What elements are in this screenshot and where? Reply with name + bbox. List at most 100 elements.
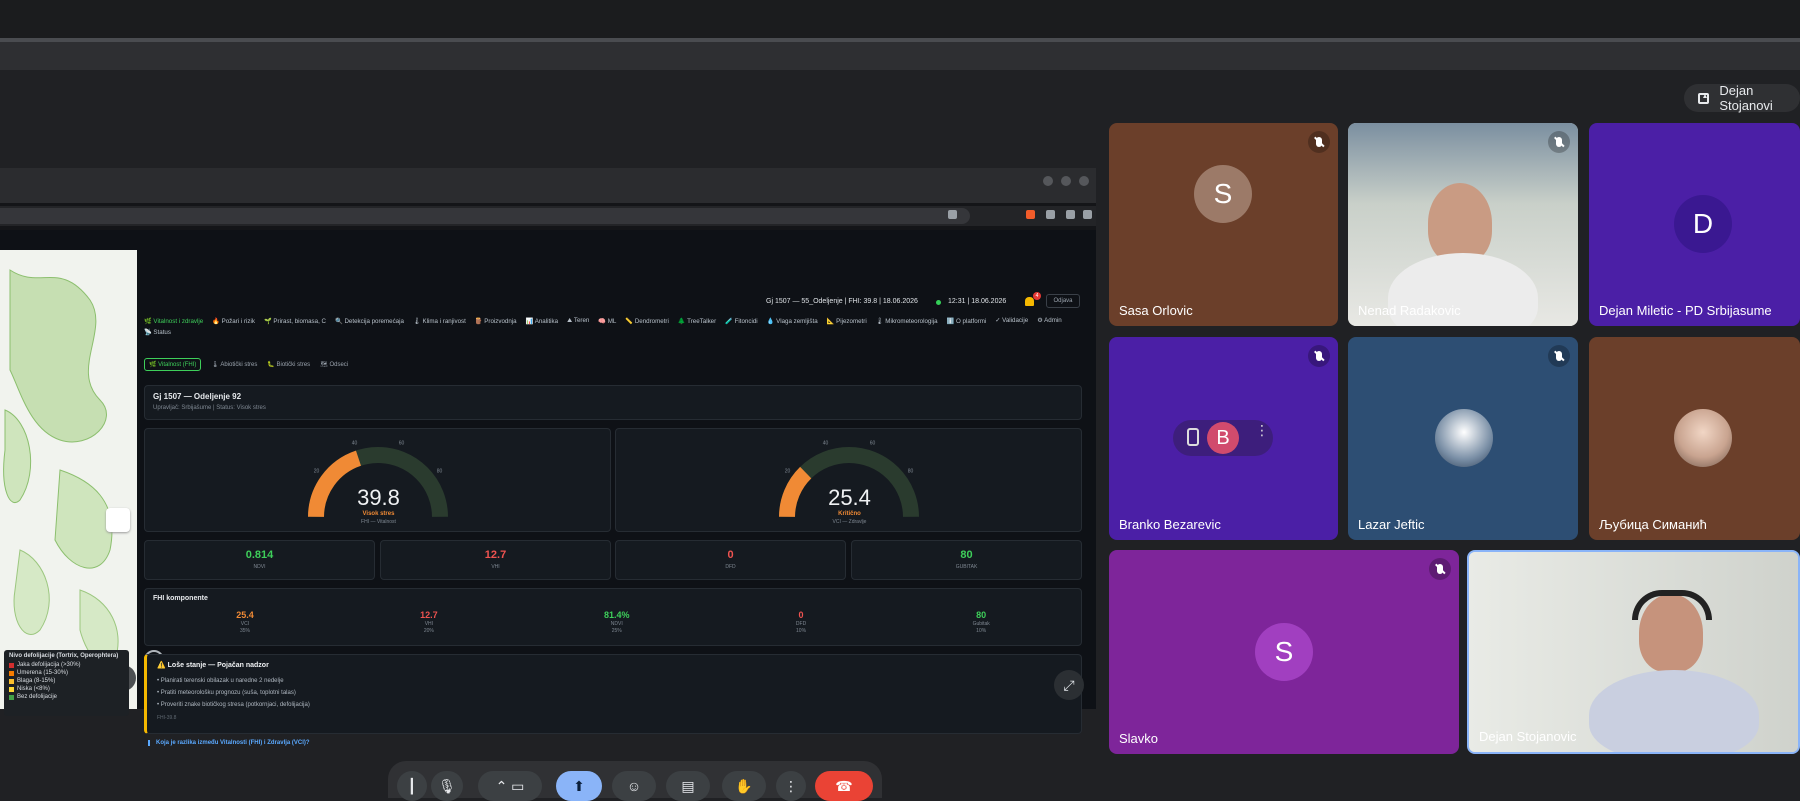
more-options-icon[interactable]: ⋮ xyxy=(1255,423,1269,447)
nav-item[interactable]: 📡 Status xyxy=(144,328,171,336)
emoji-icon[interactable]: ☺ xyxy=(612,771,656,801)
components-heading: FHI komponente xyxy=(153,595,208,602)
participant-tile[interactable]: B ⋮ Branko Bezarevic xyxy=(1109,337,1338,540)
nav-item[interactable]: 🔥 Požari i rizik xyxy=(212,317,255,325)
raise-hand-icon[interactable]: ✋ xyxy=(722,771,766,801)
nav-item[interactable]: 🧠 ML xyxy=(598,317,616,325)
participant-name: Dejan Miletic - PD Srbijasume xyxy=(1599,303,1772,318)
stat-value: 0 xyxy=(727,549,734,561)
component-key: Gubitak xyxy=(972,621,990,627)
gauge-value: 25.4 xyxy=(828,485,871,510)
nav-item[interactable]: ✓ Validacije xyxy=(995,317,1028,325)
nav-item[interactable]: 🌲 TreeTalker xyxy=(678,317,716,325)
nav-item[interactable]: 🌡 Mikrometeorologija xyxy=(876,317,938,325)
address-field[interactable] xyxy=(0,208,970,224)
stat-card: 80 GUBITAK xyxy=(851,540,1082,580)
component-item: 12.7 VHI 20% xyxy=(420,610,438,634)
alert-item-text: Proveriti znake biotičkog stresa (potkor… xyxy=(160,702,310,708)
layers-icon[interactable] xyxy=(106,508,130,532)
alert-item-text: Pratiti meteorološku prognozu (suša, top… xyxy=(160,690,296,696)
expand-icon[interactable]: ⤢ xyxy=(1054,670,1084,700)
microphone-icon[interactable]: 🎙 xyxy=(431,771,463,801)
sub-tab[interactable]: 🗺 Odseci xyxy=(320,361,348,371)
alert-item: • Pratiti meteorološku prognozu (suša, t… xyxy=(157,690,296,696)
area-title: Gj 1507 — Odeljenje 92 xyxy=(153,392,242,401)
nav-item[interactable]: 🌱 Prirast, biomasa, C xyxy=(264,317,326,325)
more-options-icon[interactable]: ⋮ xyxy=(776,771,806,801)
nav-item[interactable]: 🪵 Proizvodnja xyxy=(475,317,517,325)
gauge-tick-label: 80 xyxy=(908,468,914,474)
nav-item[interactable]: 📐 Pijezometri xyxy=(827,317,867,325)
participant-tile[interactable]: Lazar Jeftic xyxy=(1348,337,1578,540)
gauge-value: 39.8 xyxy=(357,485,400,510)
bell-icon[interactable] xyxy=(1025,297,1034,306)
map-panel[interactable]: Nivo defolijacije (Tortrix, Operophtera)… xyxy=(0,250,137,716)
nav-item[interactable]: 💧 Vlaga zemljišta xyxy=(767,317,818,325)
nav-item[interactable]: ⚙ Admin xyxy=(1037,317,1061,325)
window-titlebar xyxy=(0,168,1096,203)
top-band xyxy=(0,42,1800,70)
stat-card: 0 DFD xyxy=(615,540,846,580)
nav-item[interactable]: 📊 Analitika xyxy=(526,317,558,325)
participant-tile[interactable]: S Sasa Orlovic xyxy=(1109,123,1338,326)
minimize-icon[interactable] xyxy=(1043,176,1053,186)
participant-name: Slavko xyxy=(1119,731,1159,746)
close-icon[interactable] xyxy=(1079,176,1089,186)
present-screen-button[interactable]: ⬆ xyxy=(556,771,602,801)
legend-row: Jaka defolijacija (>30%) xyxy=(9,661,124,669)
stat-key: VHI xyxy=(491,564,500,570)
account-icon[interactable] xyxy=(1046,210,1055,219)
legend-label: Niska (<8%) xyxy=(17,686,50,692)
map-canvas xyxy=(3,269,119,666)
alert-item: • Proveriti znake biotičkog stresa (potk… xyxy=(157,702,310,708)
stat-key: NDVI xyxy=(253,564,266,570)
participant-name: Љубица Симанић xyxy=(1599,517,1707,532)
logout-button[interactable]: Odjava xyxy=(1046,294,1080,308)
component-value: 80 xyxy=(976,610,987,620)
component-value: 81.4% xyxy=(604,610,630,620)
component-item: 81.4% NDVI 25% xyxy=(604,610,630,634)
participant-tile[interactable]: Љубица Симанић xyxy=(1589,337,1800,540)
presenter-chip[interactable]: Dejan Stojanovi xyxy=(1684,83,1800,113)
nav-item[interactable]: 🧪 Fitoncidi xyxy=(725,317,757,325)
mic-off-icon xyxy=(1429,558,1451,580)
gauge-status: Visok stres xyxy=(362,511,395,517)
nav-item[interactable]: 🌡 Klima i ranjivost xyxy=(413,317,466,325)
component-weight: 35% xyxy=(239,628,250,634)
present-screen-icon xyxy=(1698,92,1710,104)
sub-tab[interactable]: 🐛 Biotički stres xyxy=(267,361,310,371)
alert-item: • Planirati terenski obilazak u narednе … xyxy=(157,678,284,684)
nav-item[interactable]: ℹ️ O platformi xyxy=(947,317,987,325)
browser-top-area xyxy=(0,0,1800,70)
sub-tab[interactable]: 🌿 Vitalnost (FHI) xyxy=(144,358,202,371)
camera-icon[interactable]: ⌃ ▭ xyxy=(478,771,542,801)
gauge-caption: VCI — Zdravlje xyxy=(832,519,867,525)
pin-icon[interactable] xyxy=(1187,428,1199,446)
participant-tile[interactable]: S Slavko xyxy=(1109,550,1459,754)
sub-tab[interactable]: 🌡 Abiotički stres xyxy=(211,361,257,371)
participant-tile-self[interactable]: Dejan Stojanovic xyxy=(1467,550,1800,754)
legend-swatch xyxy=(9,678,14,684)
extension-icon[interactable] xyxy=(1026,210,1035,219)
legend-label: Umerena (15-30%) xyxy=(17,670,69,676)
nav-item[interactable]: 🔍 Detekcija poremećaja xyxy=(335,317,404,325)
legend-title: Nivo defolijacije (Tortrix, Operophtera) xyxy=(9,653,119,659)
stat-card: 12.7 VHI xyxy=(380,540,611,580)
maximize-icon[interactable] xyxy=(1061,176,1071,186)
legend-label: Jaka defolijacija (>30%) xyxy=(17,662,81,668)
nav-item[interactable]: 🌿 Vitalnost i zdravlje xyxy=(144,317,203,325)
nav-item[interactable]: 📏 Dendrometri xyxy=(625,317,668,325)
leave-call-button[interactable]: ☎ xyxy=(815,771,873,801)
downloads-icon[interactable] xyxy=(1066,210,1075,219)
participant-tile[interactable]: D Dejan Miletic - PD Srbijasume xyxy=(1589,123,1800,326)
faq-link[interactable]: Koja je razlika između Vitalnosti (FHI) … xyxy=(148,740,1082,746)
participant-name: Lazar Jeftic xyxy=(1358,517,1425,532)
menu-icon[interactable] xyxy=(1083,210,1092,219)
captions-icon[interactable]: ▤ xyxy=(666,771,710,801)
star-icon[interactable] xyxy=(948,210,957,219)
nav-item[interactable]: ⛰ Teren xyxy=(567,317,589,325)
audio-levels-icon[interactable]: ┃ xyxy=(397,771,427,801)
map-legend: Nivo defolijacije (Tortrix, Operophtera)… xyxy=(4,650,129,716)
participant-tile[interactable]: Nenad Radakovic xyxy=(1348,123,1578,326)
area-title-card: Gj 1507 — Odeljenje 92 Upravljač: Srbija… xyxy=(144,385,1082,420)
